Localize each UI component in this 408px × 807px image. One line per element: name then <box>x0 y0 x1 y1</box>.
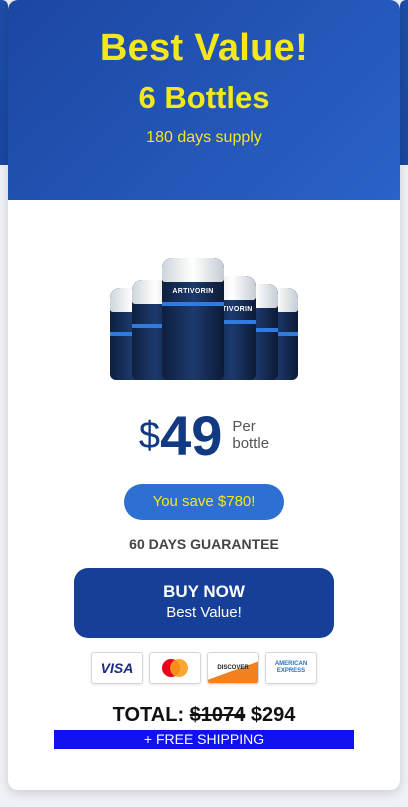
guarantee-text: 60 DAYS GUARANTEE <box>129 536 279 552</box>
offer-supply: 180 days supply <box>146 129 262 146</box>
savings-badge: You save $780! <box>124 484 284 520</box>
payment-methods: VISA DISCOVER AMERICAN EXPRESS <box>8 652 400 684</box>
product-bottles-image: ARTIVORIN ARTIVORIN <box>104 250 304 380</box>
price-display: $ 49 Per bottle <box>8 406 400 466</box>
free-shipping-banner: + FREE SHIPPING <box>54 730 354 749</box>
price-unit-per: Per <box>232 418 256 435</box>
total-label: TOTAL: <box>112 704 185 726</box>
adjacent-card-right-edge <box>400 0 408 165</box>
product-brand-label: ARTIVORIN <box>172 288 214 295</box>
price-currency: $ <box>138 415 161 457</box>
buy-now-label: BUY NOW <box>163 582 245 601</box>
bottle-front: ARTIVORIN <box>162 258 224 380</box>
visa-card-icon: VISA <box>91 652 143 684</box>
adjacent-card-left-edge <box>0 0 8 165</box>
buy-now-button[interactable]: BUY NOW Best Value! <box>74 568 334 638</box>
discover-card-icon: DISCOVER <box>207 652 259 684</box>
buy-now-sublabel: Best Value! <box>166 604 242 621</box>
price-amount: 49 <box>160 404 223 467</box>
amex-card-icon: AMERICAN EXPRESS <box>265 652 317 684</box>
mastercard-icon <box>149 652 201 684</box>
price-unit: Per bottle <box>232 418 269 452</box>
total-new-price: $294 <box>250 704 296 726</box>
offer-quantity: 6 Bottles <box>138 80 270 115</box>
total-price: TOTAL: $1074 $294 <box>8 704 400 727</box>
offer-card-6-bottles: Best Value! 6 Bottles 180 days supply AR… <box>8 0 400 790</box>
offer-header: Best Value! 6 Bottles 180 days supply <box>8 0 400 200</box>
total-old-price: $1074 <box>189 704 246 726</box>
price-unit-bottle: bottle <box>232 435 270 452</box>
offer-title: Best Value! <box>99 27 309 69</box>
